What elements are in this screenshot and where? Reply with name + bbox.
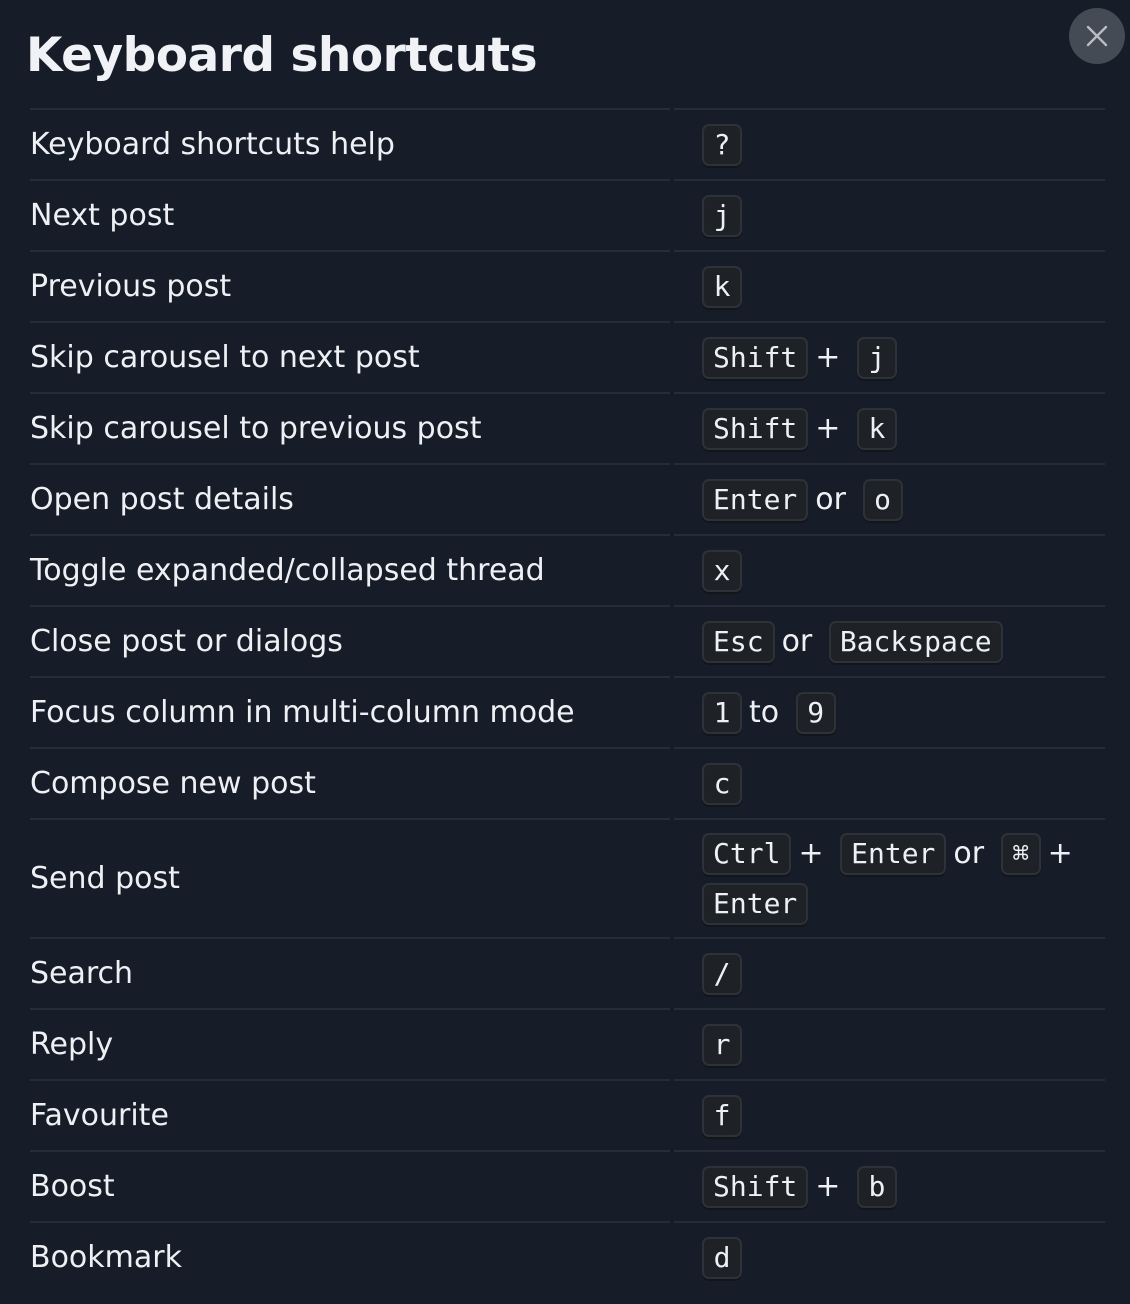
shortcut-label: Skip carousel to previous post [30,392,670,463]
shortcut-keys: Ctrl + Enter or ⌘ + Enter [674,818,1105,937]
dialog-title: Keyboard shortcuts [26,28,538,83]
shortcut-label: Compose new post [30,747,670,818]
shortcut-label: Previous post [30,250,670,321]
shortcut-label: Toggle expanded/collapsed thread [30,534,670,605]
key-cap: o [862,478,903,521]
shortcut-label: Bookmark [30,1221,670,1292]
key-cap: f [702,1095,742,1137]
key-cap: Enter [702,478,809,521]
shortcut-row: Previous post k [30,250,1105,321]
shortcut-keys: Shift + j [674,321,1105,392]
shortcut-keys: Esc or Backspace [674,605,1105,676]
shortcut-label: Reply [30,1008,670,1079]
key-cap: Ctrl [702,832,792,875]
shortcut-keys: ? [674,108,1105,179]
key-cap: Shift [702,336,809,379]
close-icon [1086,25,1108,47]
key-separator: + [798,835,824,871]
key-cap: Backspace [828,620,1003,663]
shortcut-row: Focus column in multi-column mode 1 to 9 [30,676,1105,747]
shortcut-row: Compose new post c [30,747,1105,818]
shortcut-label: Keyboard shortcuts help [30,108,670,179]
key-cap: 1 [702,691,742,734]
key-cap: Enter [702,883,809,926]
key-cap: Shift [702,407,809,450]
key-cap: 9 [795,691,836,734]
shortcut-row: Toggle expanded/collapsed thread x [30,534,1105,605]
shortcut-keys: 1 to 9 [674,676,1105,747]
shortcut-keys: f [674,1079,1105,1150]
shortcut-keys: x [674,534,1105,605]
shortcut-keys: k [674,250,1105,321]
key-separator: or [953,835,985,871]
key-cap: j [702,195,742,237]
key-cap: Enter [840,832,947,875]
shortcut-label: Skip carousel to next post [30,321,670,392]
shortcut-label: Search [30,937,670,1008]
key-cap: k [702,266,742,308]
shortcut-label: Close post or dialogs [30,605,670,676]
shortcut-label: Favourite [30,1079,670,1150]
key-separator: or [781,623,813,659]
key-separator: or [815,481,846,517]
shortcut-row: Close post or dialogs Esc or Backspace [30,605,1105,676]
shortcut-row: Reply r [30,1008,1105,1079]
key-cap: ⌘ [1000,832,1041,875]
shortcut-label: Next post [30,179,670,250]
key-cap: Shift [702,1165,809,1208]
key-cap: x [702,550,742,592]
key-cap: b [856,1165,897,1208]
key-cap: k [856,407,897,450]
shortcut-keys: Shift + b [674,1150,1105,1221]
key-cap: / [702,953,742,995]
close-button[interactable] [1069,8,1125,64]
shortcut-keys: / [674,937,1105,1008]
key-cap: j [856,336,897,379]
shortcut-keys: Enter or o [674,463,1105,534]
shortcut-label: Send post [30,818,670,937]
shortcut-label: Focus column in multi-column mode [30,676,670,747]
shortcut-row: Boost Shift + b [30,1150,1105,1221]
shortcut-keys: d [674,1221,1105,1292]
shortcut-keys: c [674,747,1105,818]
key-cap: r [702,1024,742,1066]
keyboard-shortcuts-dialog: Keyboard shortcuts Keyboard shortcuts he… [0,0,1130,1304]
key-cap: d [702,1237,742,1279]
key-separator: to [749,694,780,730]
shortcut-label: Boost [30,1150,670,1221]
shortcut-row: Skip carousel to next post Shift + j [30,321,1105,392]
shortcut-row: Next post j [30,179,1105,250]
shortcut-label: Open post details [30,463,670,534]
shortcut-row: Open post details Enter or o [30,463,1105,534]
key-cap: Esc [702,620,775,663]
shortcut-keys: j [674,179,1105,250]
key-separator: + [815,1168,841,1204]
key-separator: + [815,410,841,446]
shortcut-row: Keyboard shortcuts help? [30,108,1105,179]
key-cap: ? [702,124,742,166]
key-separator: + [1047,835,1073,871]
shortcut-row: Bookmark d [30,1221,1105,1292]
shortcut-row: Send post Ctrl + Enter or ⌘ + Enter [30,818,1105,937]
key-cap: c [702,763,742,805]
shortcut-keys: r [674,1008,1105,1079]
shortcut-keys: Shift + k [674,392,1105,463]
key-separator: + [815,339,841,375]
shortcuts-table: Keyboard shortcuts help? Next post j Previo… [26,108,1109,1292]
shortcut-row: Skip carousel to previous post Shift + k [30,392,1105,463]
shortcut-row: Favourite f [30,1079,1105,1150]
shortcut-row: Search / [30,937,1105,1008]
